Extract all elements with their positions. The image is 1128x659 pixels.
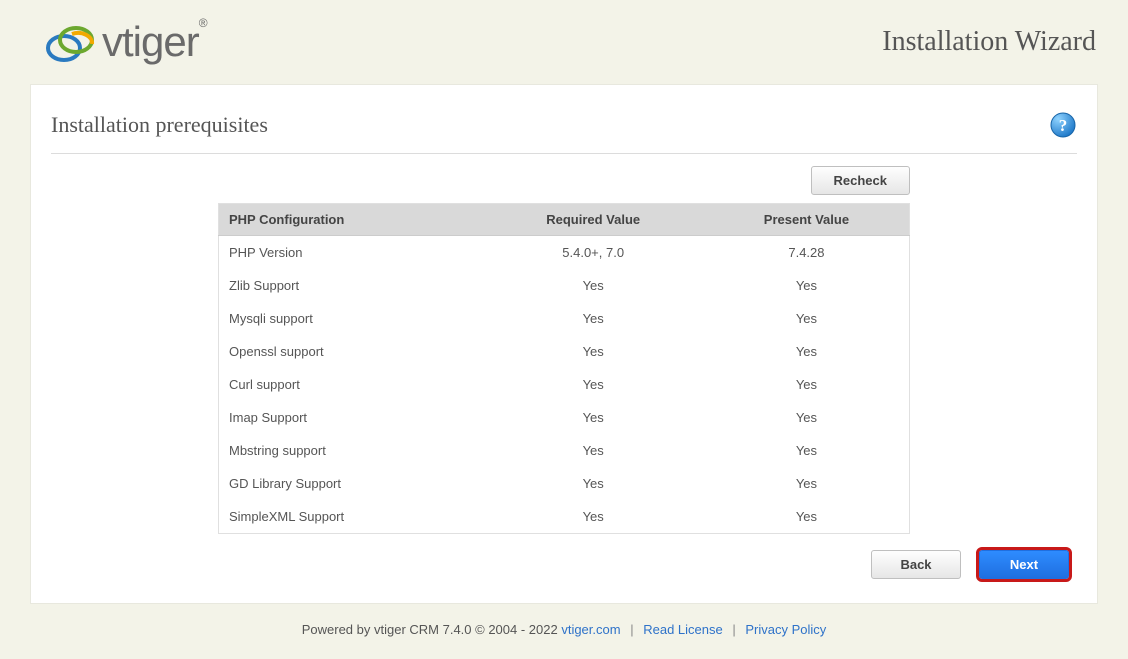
cell-config: SimpleXML Support	[219, 500, 483, 534]
table-row: Zlib SupportYesYes	[219, 269, 910, 302]
help-icon[interactable]: ?	[1049, 111, 1077, 139]
cell-required: Yes	[482, 434, 703, 467]
vtiger-link[interactable]: vtiger.com	[561, 622, 620, 637]
col-present: Present Value	[704, 204, 910, 236]
cell-config: Curl support	[219, 368, 483, 401]
prerequisites-table: PHP Configuration Required Value Present…	[218, 203, 910, 534]
cell-required: Yes	[482, 335, 703, 368]
cell-config: Mbstring support	[219, 434, 483, 467]
cell-required: 5.4.0+, 7.0	[482, 236, 703, 270]
cell-required: Yes	[482, 467, 703, 500]
wizard-title: Installation Wizard	[882, 26, 1096, 58]
cell-required: Yes	[482, 302, 703, 335]
cell-required: Yes	[482, 269, 703, 302]
next-button[interactable]: Next	[979, 550, 1069, 579]
read-license-link[interactable]: Read License	[643, 622, 723, 637]
cell-present: 7.4.28	[704, 236, 910, 270]
cell-config: Mysqli support	[219, 302, 483, 335]
table-row: Mysqli supportYesYes	[219, 302, 910, 335]
logo: vtiger®	[40, 18, 207, 66]
table-row: Curl supportYesYes	[219, 368, 910, 401]
cell-config: Zlib Support	[219, 269, 483, 302]
logo-text: vtiger®	[102, 18, 207, 66]
cell-present: Yes	[704, 401, 910, 434]
table-row: Mbstring supportYesYes	[219, 434, 910, 467]
col-config: PHP Configuration	[219, 204, 483, 236]
cell-required: Yes	[482, 368, 703, 401]
cell-required: Yes	[482, 401, 703, 434]
cell-present: Yes	[704, 368, 910, 401]
table-row: Imap SupportYesYes	[219, 401, 910, 434]
back-button[interactable]: Back	[871, 550, 961, 579]
table-row: PHP Version5.4.0+, 7.07.4.28	[219, 236, 910, 270]
cell-present: Yes	[704, 434, 910, 467]
cell-config: Openssl support	[219, 335, 483, 368]
footer: Powered by vtiger CRM 7.4.0 © 2004 - 202…	[0, 622, 1128, 637]
table-row: Openssl supportYesYes	[219, 335, 910, 368]
table-row: GD Library SupportYesYes	[219, 467, 910, 500]
cell-present: Yes	[704, 302, 910, 335]
footer-text: Powered by vtiger CRM 7.4.0 © 2004 - 202…	[302, 622, 562, 637]
page-title: Installation prerequisites	[51, 112, 268, 138]
cell-present: Yes	[704, 335, 910, 368]
recheck-button[interactable]: Recheck	[811, 166, 910, 195]
col-required: Required Value	[482, 204, 703, 236]
cell-config: GD Library Support	[219, 467, 483, 500]
vtiger-cloud-icon	[40, 20, 98, 65]
svg-text:?: ?	[1059, 116, 1068, 135]
privacy-policy-link[interactable]: Privacy Policy	[745, 622, 826, 637]
divider	[51, 153, 1077, 154]
cell-present: Yes	[704, 467, 910, 500]
cell-config: PHP Version	[219, 236, 483, 270]
table-row: SimpleXML SupportYesYes	[219, 500, 910, 534]
cell-config: Imap Support	[219, 401, 483, 434]
cell-present: Yes	[704, 500, 910, 534]
cell-present: Yes	[704, 269, 910, 302]
cell-required: Yes	[482, 500, 703, 534]
separator: |	[732, 622, 735, 637]
separator: |	[630, 622, 633, 637]
